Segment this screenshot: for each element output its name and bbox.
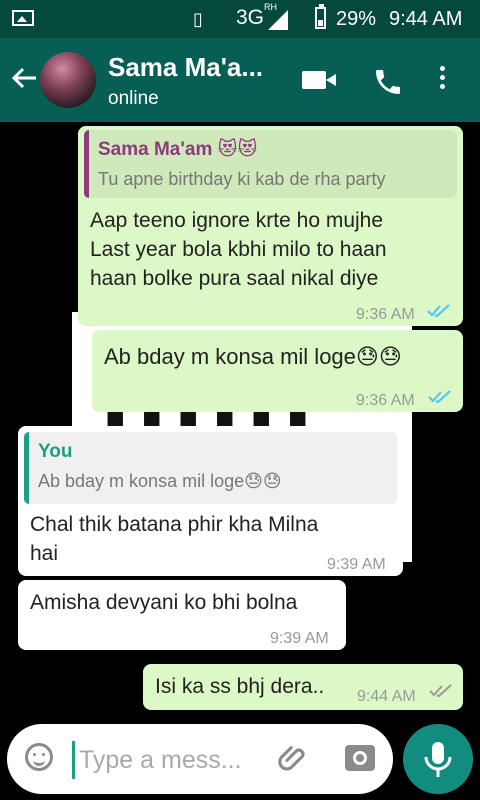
delivered-ticks-icon (429, 684, 452, 698)
message-bubble-incoming[interactable]: You Ab bday m konsa mil loge😓😓 Chal thik… (18, 426, 403, 576)
back-arrow-icon[interactable] (10, 64, 38, 94)
message-time: 9:39 AM (327, 556, 386, 573)
message-line: Last year bola kbhi milo to haan (90, 238, 387, 261)
status-bar: ▯ 3GRH 29% 9:44 AM (0, 0, 480, 38)
message-time: 9:36 AM (356, 306, 415, 323)
message-line: Ab bday m konsa mil loge😓😓 (104, 344, 402, 369)
message-line: Amisha devyani ko bhi bolna (30, 591, 298, 614)
message-line: Aap teeno ignore krte ho mujhe (90, 209, 384, 232)
quote-text: Ab bday m konsa mil loge😓😓 (38, 471, 282, 491)
message-time: 9:39 AM (270, 630, 329, 647)
attach-icon[interactable] (277, 742, 311, 781)
quote-author: You (38, 441, 73, 462)
message-composer (7, 724, 393, 794)
mic-button[interactable] (403, 724, 473, 794)
message-bubble-incoming[interactable]: Amisha devyani ko bhi bolna 9:39 AM (18, 580, 346, 650)
more-options-icon[interactable] (440, 66, 446, 93)
contact-status: online (108, 88, 159, 109)
chat-area[interactable]: IIIIII Sama Ma'am 😻😻 Tu apne birthday ki… (0, 122, 480, 720)
mic-icon (424, 742, 452, 777)
message-line: Isi ka ss bhj dera.. (155, 675, 325, 698)
message-bubble-outgoing[interactable]: Sama Ma'am 😻😻 Tu apne birthday ki kab de… (78, 126, 463, 326)
signal-icon (268, 10, 288, 30)
clock: 9:44 AM (389, 8, 463, 30)
message-bubble-outgoing[interactable]: Isi ka ss bhj dera.. 9:44 AM (143, 664, 463, 710)
quoted-message[interactable]: You Ab bday m konsa mil loge😓😓 (24, 432, 397, 504)
message-input[interactable] (77, 737, 281, 783)
emoji-icon[interactable] (25, 743, 53, 771)
message-line: Chal thik batana phir kha Milna (30, 513, 319, 536)
contact-name[interactable]: Sama Ma'a... (108, 52, 263, 83)
phone-icon[interactable] (372, 66, 404, 103)
chat-header: Sama Ma'a... online (0, 38, 480, 122)
quote-author: Sama Ma'am 😻😻 (98, 139, 258, 160)
text-cursor (72, 741, 75, 779)
battery-percentage: 29% (336, 8, 377, 30)
video-call-icon[interactable] (302, 71, 336, 89)
vibrate-icon: ▯ (193, 9, 203, 29)
image-notification-icon (12, 10, 34, 26)
message-line: hai (30, 542, 59, 565)
message-time: 9:36 AM (356, 392, 415, 409)
message-time: 9:44 AM (357, 688, 416, 705)
camera-icon[interactable] (345, 745, 375, 771)
quoted-message[interactable]: Sama Ma'am 😻😻 Tu apne birthday ki kab de… (84, 130, 457, 198)
message-line: haan bolke pura saal nikal diye (90, 267, 379, 290)
read-ticks-icon (428, 390, 451, 404)
battery-icon (315, 4, 326, 29)
read-ticks-icon (427, 304, 450, 318)
message-bubble-outgoing[interactable]: Ab bday m konsa mil loge😓😓 9:36 AM (92, 330, 463, 412)
avatar[interactable] (40, 52, 96, 108)
quote-text: Tu apne birthday ki kab de rha party (98, 169, 386, 189)
